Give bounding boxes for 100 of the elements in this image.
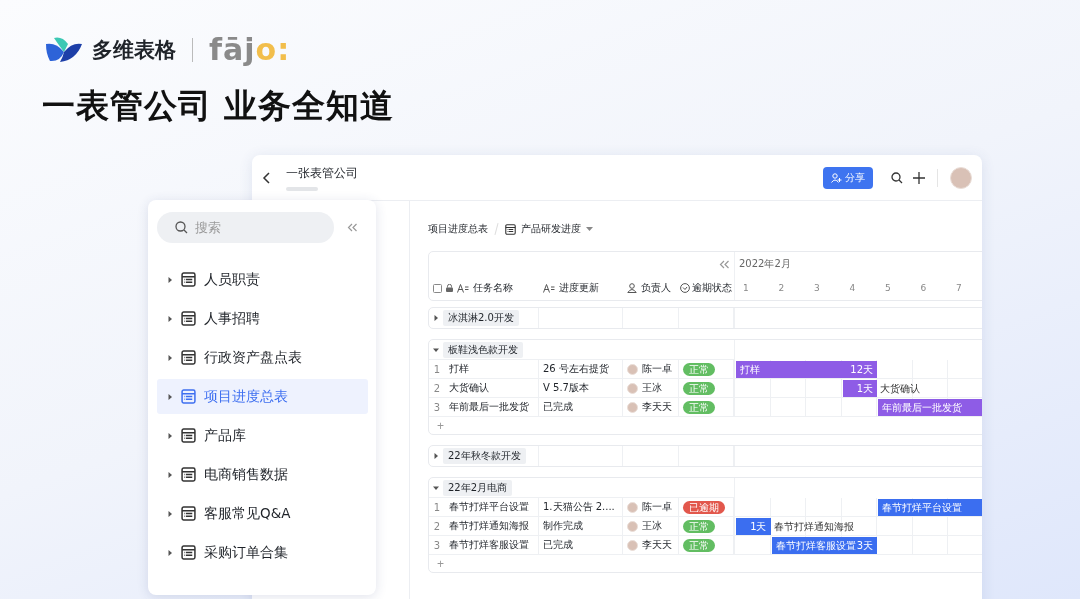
day-label: 7 bbox=[955, 283, 963, 293]
row-number: 3 bbox=[432, 539, 442, 551]
column-header: 逾期状态 bbox=[692, 281, 732, 295]
gantt-bar[interactable]: 打样 12天 bbox=[736, 361, 877, 378]
owner-name: 王冰 bbox=[642, 381, 662, 395]
group-label: 板鞋浅色款开发 bbox=[443, 341, 523, 358]
task-name: 春节打烊通知海报 bbox=[449, 519, 529, 533]
day-label: 1 bbox=[742, 283, 750, 293]
row-number: 1 bbox=[432, 363, 442, 375]
dropdown-caret-icon bbox=[586, 226, 593, 232]
caret-down-icon[interactable] bbox=[433, 346, 439, 353]
table-icon bbox=[181, 350, 196, 365]
add-row-button[interactable]: + bbox=[437, 555, 444, 572]
brand-name: 多维表格 bbox=[92, 37, 176, 64]
gantt-bar[interactable]: 1天 bbox=[736, 518, 771, 535]
table-icon bbox=[181, 272, 196, 287]
progress-text: 26 号左右提货 bbox=[543, 362, 609, 376]
caret-right-icon[interactable] bbox=[167, 471, 173, 478]
table-icon bbox=[181, 311, 196, 326]
avatar bbox=[627, 401, 638, 413]
caret-right-icon[interactable] bbox=[167, 510, 173, 517]
add-person-icon bbox=[831, 172, 842, 183]
caret-right-icon[interactable] bbox=[433, 453, 439, 459]
text-field-icon bbox=[457, 283, 469, 293]
status-tag: 已逾期 bbox=[683, 500, 725, 514]
column-header: 负责人 bbox=[641, 281, 671, 295]
search-field[interactable]: 搜索 bbox=[157, 212, 334, 243]
sidebar-item[interactable]: 行政资产盘点表 bbox=[157, 340, 368, 375]
caret-right-icon[interactable] bbox=[167, 432, 173, 439]
caret-right-icon[interactable] bbox=[167, 354, 173, 361]
check-circle-icon bbox=[680, 283, 690, 293]
gantt-bar[interactable]: 1天 bbox=[842, 380, 877, 397]
progress-text: V 5.7版本 bbox=[543, 381, 589, 395]
text-field-icon bbox=[543, 283, 555, 293]
view-selector[interactable]: 产品研发进度 bbox=[505, 222, 593, 236]
row-number: 1 bbox=[432, 501, 442, 513]
sidebar-item[interactable]: 人员职责 bbox=[157, 262, 368, 297]
row-number: 2 bbox=[432, 382, 442, 394]
add-row-button[interactable]: + bbox=[437, 417, 444, 434]
partner-logo: fājo: bbox=[209, 35, 291, 65]
column-header: 任务名称 bbox=[473, 281, 513, 295]
sidebar-item[interactable]: 客服常见Q&A bbox=[157, 496, 368, 531]
table-icon bbox=[181, 467, 196, 482]
owner-name: 李天天 bbox=[642, 538, 672, 552]
sidebar-item[interactable]: 项目进度总表 bbox=[157, 379, 368, 414]
table-icon bbox=[181, 545, 196, 560]
day-label: 3 bbox=[813, 283, 821, 293]
bird-logo-icon bbox=[46, 36, 82, 64]
row-number: 2 bbox=[432, 520, 442, 532]
month-label: 2022年2月 bbox=[739, 257, 791, 271]
day-label: 5 bbox=[884, 283, 892, 293]
owner-name: 李天天 bbox=[642, 400, 672, 414]
back-icon[interactable] bbox=[262, 171, 272, 184]
gantt-bar[interactable]: 年前最后一批发货 bbox=[878, 399, 982, 416]
task-name: 年前最后一批发货 bbox=[449, 400, 529, 414]
avatar bbox=[627, 501, 638, 513]
owner-name: 陈一卓 bbox=[642, 362, 672, 376]
status-tag: 正常 bbox=[683, 538, 715, 552]
sidebar-item[interactable]: 产品库 bbox=[157, 418, 368, 453]
avatar bbox=[627, 363, 638, 375]
sidebar-item[interactable]: 人事招聘 bbox=[157, 301, 368, 336]
bar-label: 大货确认 bbox=[880, 382, 920, 396]
task-name: 春节打烊客服设置 bbox=[449, 538, 529, 552]
avatar bbox=[627, 520, 638, 532]
day-label: 4 bbox=[848, 283, 857, 293]
table-name: 项目进度总表 bbox=[428, 222, 488, 236]
lock-icon bbox=[446, 284, 453, 292]
task-name: 大货确认 bbox=[449, 381, 489, 395]
task-name: 打样 bbox=[449, 362, 469, 376]
status-tag: 正常 bbox=[683, 400, 715, 414]
avatar bbox=[627, 539, 638, 551]
column-header: 进度更新 bbox=[559, 281, 599, 295]
group-label: 22年秋冬款开发 bbox=[443, 448, 526, 464]
group-label: 冰淇淋2.0开发 bbox=[443, 310, 519, 326]
gantt-bar[interactable]: 春节打烊客服设置3天 bbox=[771, 537, 877, 554]
progress-text: 已完成 bbox=[543, 538, 573, 552]
headline: 一表管公司 业务全知道 bbox=[42, 85, 395, 127]
person-icon bbox=[627, 283, 637, 293]
search-icon[interactable] bbox=[891, 171, 903, 184]
day-label: 2 bbox=[777, 283, 786, 293]
share-button[interactable]: 分享 bbox=[823, 166, 873, 189]
caret-right-icon[interactable] bbox=[167, 393, 173, 400]
search-icon bbox=[175, 221, 188, 234]
table-icon bbox=[181, 428, 196, 443]
collapse-icon[interactable] bbox=[719, 259, 730, 269]
caret-right-icon[interactable] bbox=[167, 276, 173, 283]
gantt-bar[interactable]: 春节打烊平台设置 bbox=[878, 499, 982, 516]
collapse-icon[interactable] bbox=[347, 223, 358, 232]
add-icon[interactable] bbox=[913, 171, 925, 184]
checkbox[interactable] bbox=[433, 283, 442, 293]
progress-text: 1.天猫公告 2.... bbox=[543, 500, 615, 514]
sidebar-item[interactable]: 采购订单合集 bbox=[157, 535, 368, 570]
caret-right-icon[interactable] bbox=[433, 315, 439, 321]
progress-text: 已完成 bbox=[543, 400, 573, 414]
caret-down-icon[interactable] bbox=[433, 484, 439, 491]
avatar bbox=[627, 382, 638, 394]
sidebar-item[interactable]: 电商销售数据 bbox=[157, 457, 368, 492]
caret-right-icon[interactable] bbox=[167, 315, 173, 322]
caret-right-icon[interactable] bbox=[167, 549, 173, 556]
status-tag: 正常 bbox=[683, 362, 715, 376]
